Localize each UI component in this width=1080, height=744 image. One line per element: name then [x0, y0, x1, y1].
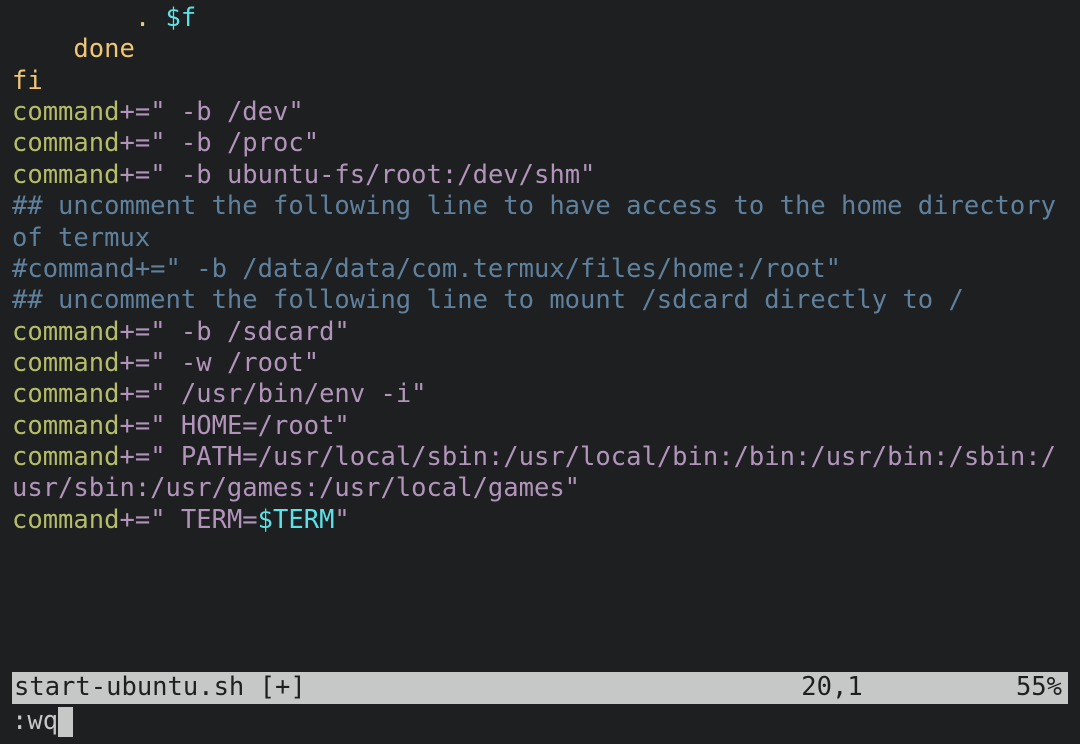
code-token: += — [119, 160, 150, 190]
cursor — [58, 707, 73, 736]
code-token: command — [12, 317, 119, 347]
vim-status-bar: start-ubuntu.sh [+] 20,1 55% — [12, 672, 1068, 704]
code-token: ## uncomment the following line to have … — [12, 191, 1071, 252]
editor-content[interactable]: . $f done fi command+=" -b /dev" command… — [12, 3, 1068, 536]
code-token: " -b /dev" — [150, 97, 304, 127]
code-line: command+=" -w /root" — [12, 348, 319, 378]
code-token: $f — [166, 3, 197, 33]
code-line: command+=" /usr/bin/env -i" — [12, 379, 427, 409]
code-token: ## uncomment the following line to mount… — [12, 285, 964, 315]
code-token: command — [12, 348, 119, 378]
code-line: fi — [12, 66, 43, 96]
code-token: " — [334, 505, 349, 535]
code-token: += — [119, 128, 150, 158]
code-token: command — [12, 97, 119, 127]
code-token: done — [12, 34, 135, 64]
code-line: command+=" -b ubuntu-fs/root:/dev/shm" — [12, 160, 595, 190]
code-line: command+=" PATH=/usr/local/sbin:/usr/loc… — [12, 442, 1056, 503]
code-line: command+=" -b /proc" — [12, 128, 319, 158]
code-token: " HOME=/root" — [150, 411, 350, 441]
code-token: += — [119, 379, 150, 409]
code-token: " TERM= — [150, 505, 257, 535]
code-token: command — [12, 505, 119, 535]
code-token: " /usr/bin/env -i" — [150, 379, 426, 409]
code-token: fi — [12, 66, 43, 96]
code-token: command — [12, 160, 119, 190]
code-token: command — [12, 442, 119, 472]
code-line: command+=" HOME=/root" — [12, 411, 350, 441]
code-token: += — [119, 348, 150, 378]
status-percent: 55% — [982, 672, 1066, 703]
code-token: command — [12, 411, 119, 441]
code-token: += — [119, 505, 150, 535]
code-token — [150, 3, 165, 33]
code-token: " -w /root" — [150, 348, 319, 378]
code-line: done — [12, 34, 135, 64]
code-line: #command+=" -b /data/data/com.termux/fil… — [12, 254, 841, 284]
code-token: " -b /sdcard" — [150, 317, 350, 347]
code-token: += — [119, 442, 150, 472]
code-token: . — [12, 3, 150, 33]
code-line: command+=" TERM=$TERM" — [12, 505, 350, 535]
code-token: += — [119, 317, 150, 347]
code-line: command+=" -b /dev" — [12, 97, 304, 127]
code-token: " PATH=/usr/local/sbin:/usr/local/bin:/b… — [12, 442, 1056, 503]
code-token: += — [119, 97, 150, 127]
status-position: 20,1 — [682, 672, 982, 703]
code-token: " -b /proc" — [150, 128, 319, 158]
status-filename: start-ubuntu.sh [+] — [14, 672, 682, 703]
code-token: command — [12, 379, 119, 409]
code-line: . $f — [12, 3, 196, 33]
code-token: #command+=" -b /data/data/com.termux/fil… — [12, 254, 841, 284]
terminal[interactable]: . $f done fi command+=" -b /dev" command… — [0, 0, 1080, 744]
code-line: ## uncomment the following line to mount… — [12, 285, 964, 315]
code-token: " -b ubuntu-fs/root:/dev/shm" — [150, 160, 595, 190]
code-line: ## uncomment the following line to have … — [12, 191, 1071, 252]
code-token: $TERM — [258, 505, 335, 535]
vim-command-line[interactable]: :wq — [12, 706, 1068, 738]
command-text: :wq — [12, 706, 58, 737]
code-token: command — [12, 128, 119, 158]
code-line: command+=" -b /sdcard" — [12, 317, 350, 347]
code-token: += — [119, 411, 150, 441]
